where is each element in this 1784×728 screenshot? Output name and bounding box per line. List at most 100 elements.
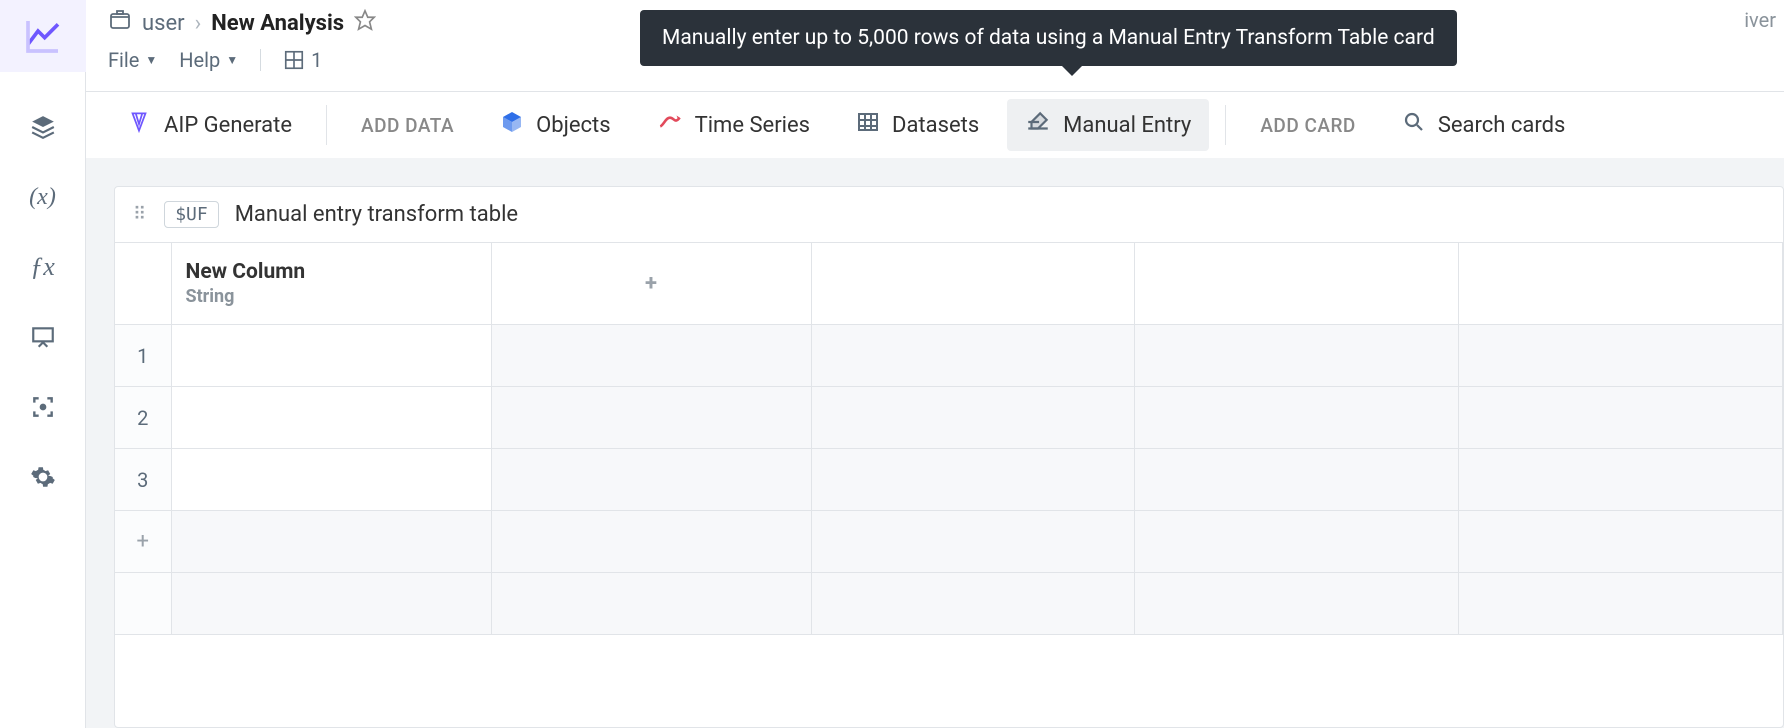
empty-header [811, 243, 1135, 325]
search-cards[interactable]: Search cards [1384, 100, 1584, 150]
cell [1459, 511, 1783, 573]
cell[interactable] [811, 325, 1135, 387]
chevron-down-icon: ▼ [145, 53, 157, 67]
folder-icon [108, 8, 132, 38]
cell[interactable] [811, 387, 1135, 449]
sidebar-settings[interactable] [22, 456, 64, 498]
header-cutoff-text: iver [1744, 0, 1784, 32]
sidebar-variables[interactable]: (x) [22, 176, 64, 218]
cell [811, 511, 1135, 573]
manual-entry-tooltip: Manually enter up to 5,000 rows of data … [640, 10, 1457, 66]
cell[interactable] [491, 387, 811, 449]
left-sidebar: (x) ƒx [0, 0, 86, 728]
objects-button[interactable]: Objects [482, 100, 629, 150]
cell [1135, 573, 1459, 635]
search-icon [1402, 110, 1426, 140]
cube-icon [500, 110, 524, 140]
cell[interactable] [1459, 325, 1783, 387]
table-row: 3 [115, 449, 1783, 511]
manual-entry-button[interactable]: Manual Entry [1007, 99, 1209, 151]
layers-icon [30, 114, 56, 140]
cell[interactable] [1459, 449, 1783, 511]
trend-icon [657, 109, 683, 141]
cell[interactable] [811, 449, 1135, 511]
cell [1135, 511, 1459, 573]
panel-count[interactable]: 1 [283, 48, 322, 72]
cell[interactable] [1135, 449, 1459, 511]
toolbar-divider [1225, 105, 1226, 145]
drag-handle-icon[interactable]: ⠿ [133, 204, 148, 225]
cell [1459, 573, 1783, 635]
app-logo[interactable] [0, 0, 86, 72]
column-type: String [186, 286, 477, 307]
manual-entry-label: Manual Entry [1063, 113, 1191, 138]
tooltip-text: Manually enter up to 5,000 rows of data … [662, 26, 1435, 50]
add-data-label: ADD DATA [361, 114, 454, 137]
row-number: 3 [115, 449, 171, 511]
breadcrumb-sep: › [195, 11, 202, 36]
sidebar-presentation[interactable] [22, 316, 64, 358]
menu-help-label: Help [179, 48, 220, 72]
add-card-label: ADD CARD [1260, 114, 1356, 137]
cell [811, 573, 1135, 635]
row-number: 1 [115, 325, 171, 387]
cell[interactable] [171, 325, 491, 387]
cell[interactable] [491, 449, 811, 511]
manual-entry-table: New Column String + 1 [115, 242, 1783, 635]
menu-divider [260, 49, 261, 71]
cell[interactable] [171, 449, 491, 511]
aip-icon [126, 109, 152, 141]
cell[interactable] [1135, 387, 1459, 449]
column-header[interactable]: New Column String [171, 243, 491, 325]
add-row-button[interactable]: + [115, 511, 171, 573]
add-card-label-group: ADD CARD [1242, 104, 1374, 147]
table-corner [115, 243, 171, 325]
panel-count-value: 1 [311, 48, 322, 72]
row-number [115, 573, 171, 635]
row-number: 2 [115, 387, 171, 449]
objects-label: Objects [536, 113, 611, 138]
toolbar-divider [326, 105, 327, 145]
gear-icon [30, 464, 56, 490]
content-area: ⠿ $UF Manual entry transform table New C… [86, 158, 1784, 728]
page-title[interactable]: New Analysis [211, 11, 344, 36]
breadcrumb-user[interactable]: user [142, 11, 185, 36]
edit-table-icon [1025, 109, 1051, 141]
sidebar-capture[interactable] [22, 386, 64, 428]
menu-help[interactable]: Help ▼ [179, 48, 238, 72]
aip-generate-label: AIP Generate [164, 113, 292, 138]
favorite-star[interactable] [354, 9, 376, 37]
table-icon [856, 110, 880, 140]
time-series-button[interactable]: Time Series [639, 99, 828, 151]
sidebar-layers[interactable] [22, 106, 64, 148]
card-badge: $UF [164, 201, 219, 228]
add-row[interactable]: + [115, 511, 1783, 573]
card-title: Manual entry transform table [235, 202, 518, 227]
empty-header [1459, 243, 1783, 325]
cell [491, 573, 811, 635]
datasets-label: Datasets [892, 113, 979, 138]
cell [171, 511, 491, 573]
table-row [115, 573, 1783, 635]
toolbar: AIP Generate ADD DATA Objects Time Serie… [86, 92, 1784, 158]
card-header: ⠿ $UF Manual entry transform table [115, 187, 1783, 242]
star-icon [354, 9, 376, 31]
empty-header [1135, 243, 1459, 325]
manual-entry-card: ⠿ $UF Manual entry transform table New C… [114, 186, 1784, 728]
datasets-button[interactable]: Datasets [838, 100, 997, 150]
menu-file-label: File [108, 48, 139, 72]
cell[interactable] [1135, 325, 1459, 387]
time-series-label: Time Series [695, 113, 810, 138]
add-column-button[interactable]: + [491, 243, 811, 325]
plus-icon: + [645, 271, 657, 296]
cell[interactable] [171, 387, 491, 449]
cell[interactable] [1459, 387, 1783, 449]
menu-file[interactable]: File ▼ [108, 48, 157, 72]
sidebar-functions[interactable]: ƒx [22, 246, 64, 288]
cell [171, 573, 491, 635]
cell[interactable] [491, 325, 811, 387]
aip-generate-button[interactable]: AIP Generate [108, 99, 310, 151]
chart-line-icon [23, 16, 63, 56]
presentation-icon [30, 324, 56, 350]
plus-icon: + [137, 529, 149, 554]
